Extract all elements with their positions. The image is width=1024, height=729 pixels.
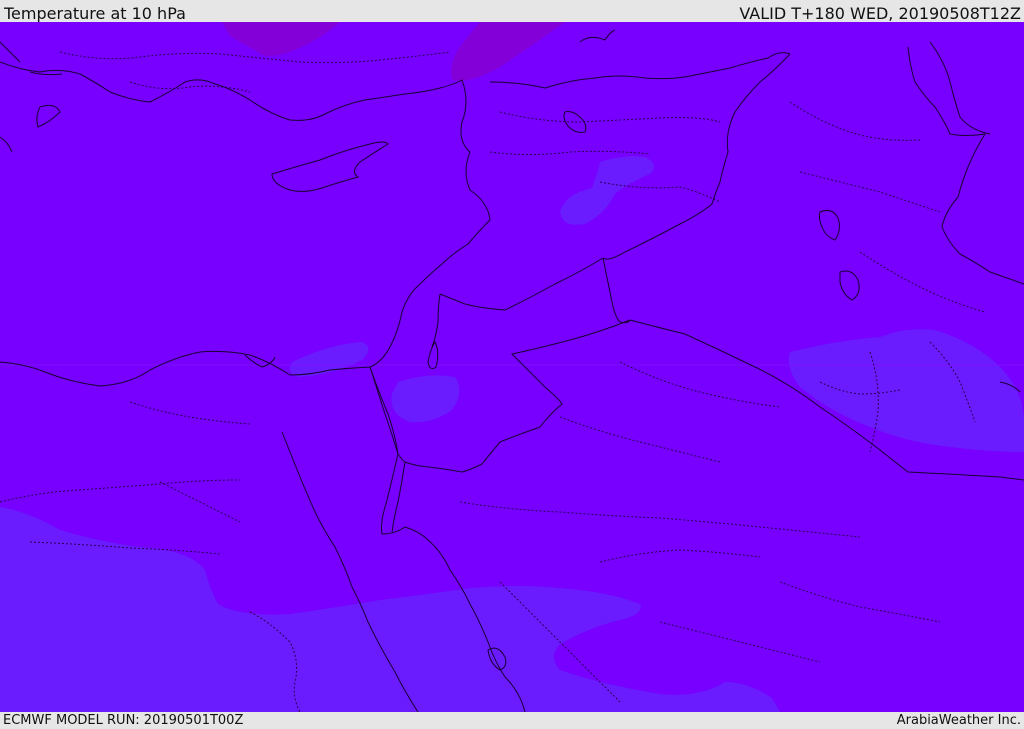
map-title: Temperature at 10 hPa bbox=[4, 4, 186, 23]
footer-bar: ECMWF MODEL RUN: 20190501T00Z ArabiaWeat… bbox=[0, 712, 1024, 729]
map-figure: Temperature at 10 hPa VALID T+180 WED, 2… bbox=[0, 0, 1024, 729]
header-bar: Temperature at 10 hPa VALID T+180 WED, 2… bbox=[0, 0, 1024, 23]
valid-time-label: VALID T+180 WED, 20190508T12Z bbox=[739, 4, 1021, 23]
map-canvas[interactable] bbox=[0, 22, 1024, 712]
map-svg bbox=[0, 22, 1024, 712]
model-run-label: ECMWF MODEL RUN: 20190501T00Z bbox=[3, 713, 244, 728]
credit-label: ArabiaWeather Inc. bbox=[896, 713, 1021, 728]
